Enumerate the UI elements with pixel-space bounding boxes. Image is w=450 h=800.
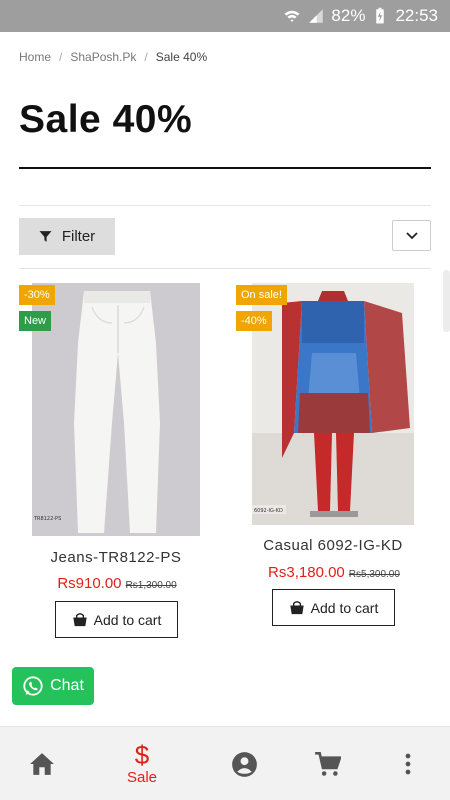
product-tag: 6092-IG-KD xyxy=(254,508,283,514)
breadcrumb-separator: / xyxy=(144,50,148,64)
whatsapp-icon xyxy=(23,676,43,696)
product-card[interactable]: 6092-IG-KD On sale! -40% Casual 6092-IG-… xyxy=(236,283,432,643)
breadcrumb-current: Sale 40% xyxy=(155,50,208,64)
current-price: Rs3,180.00 xyxy=(268,564,345,581)
shopping-bag-icon xyxy=(289,601,304,615)
discount-badge: -30% xyxy=(19,285,55,305)
nav-sale[interactable]: $ Sale xyxy=(118,727,166,800)
divider xyxy=(19,268,431,269)
old-price: Rs1,300.00 xyxy=(125,580,177,591)
breadcrumb-shaposh[interactable]: ShaPosh.Pk xyxy=(70,50,136,64)
nav-cart[interactable] xyxy=(311,727,343,800)
battery-percent: 82% xyxy=(331,6,366,25)
add-to-cart-button[interactable]: Add to cart xyxy=(55,601,178,638)
new-badge: New xyxy=(19,311,52,331)
bottom-navigation: $ Sale xyxy=(0,726,450,800)
discount-badge: -40% xyxy=(236,311,272,331)
product-tag: TR8122-PS xyxy=(33,516,61,522)
old-price: Rs5,300.00 xyxy=(348,569,400,580)
product-image[interactable]: 6092-IG-KD xyxy=(252,283,414,525)
chat-label: Chat xyxy=(50,677,84,694)
signal-icon xyxy=(309,9,324,23)
breadcrumb-separator: / xyxy=(59,50,63,64)
add-to-cart-button[interactable]: Add to cart xyxy=(272,589,395,626)
product-price: Rs3,180.00 Rs5,300.00 xyxy=(236,564,432,582)
wifi-icon xyxy=(284,10,300,22)
nav-more[interactable] xyxy=(398,727,418,800)
title-divider xyxy=(19,167,431,169)
divider xyxy=(19,205,431,206)
product-price: Rs910.00 Rs1,300.00 xyxy=(19,575,215,593)
chevron-down-icon xyxy=(405,231,418,239)
shopping-cart-icon xyxy=(314,751,341,776)
home-icon xyxy=(30,753,54,775)
add-to-cart-label: Add to cart xyxy=(310,599,379,616)
product-card[interactable]: TR8122-PS -30% New Jeans-TR8122-PS Rs910… xyxy=(19,283,215,643)
nav-home[interactable] xyxy=(22,727,62,800)
status-bar-right: 82% 22:53 xyxy=(283,0,438,32)
shopping-bag-icon xyxy=(72,613,87,627)
add-to-cart-label: Add to cart xyxy=(93,611,162,628)
product-name[interactable]: Casual 6092-IG-KD xyxy=(235,537,431,554)
whatsapp-chat-button[interactable]: Chat xyxy=(12,667,94,705)
jeans-illustration: TR8122-PS xyxy=(32,283,200,536)
breadcrumb-home[interactable]: Home xyxy=(19,50,51,64)
sort-dropdown[interactable] xyxy=(392,220,431,251)
on-sale-badge: On sale! xyxy=(236,285,287,305)
product-name[interactable]: Jeans-TR8122-PS xyxy=(18,549,214,566)
filter-icon xyxy=(39,231,52,242)
battery-charging-icon xyxy=(376,7,385,24)
breadcrumb: Home / ShaPosh.Pk / Sale 40% xyxy=(19,50,207,64)
more-vertical-icon xyxy=(405,753,411,775)
filter-button[interactable]: Filter xyxy=(19,218,115,255)
suit-illustration: 6092-IG-KD xyxy=(252,283,414,525)
dollar-icon: $ xyxy=(134,740,150,770)
filter-label: Filter xyxy=(61,228,96,245)
current-price: Rs910.00 xyxy=(57,575,122,592)
product-image[interactable]: TR8122-PS xyxy=(32,283,200,536)
page-title: Sale 40% xyxy=(19,98,193,141)
nav-sale-label: Sale xyxy=(126,769,158,786)
clock: 22:53 xyxy=(395,6,438,25)
status-bar: 82% 22:53 xyxy=(0,0,450,32)
scroll-indicator xyxy=(443,270,450,332)
account-circle-icon xyxy=(231,751,257,777)
nav-account[interactable] xyxy=(228,727,260,800)
